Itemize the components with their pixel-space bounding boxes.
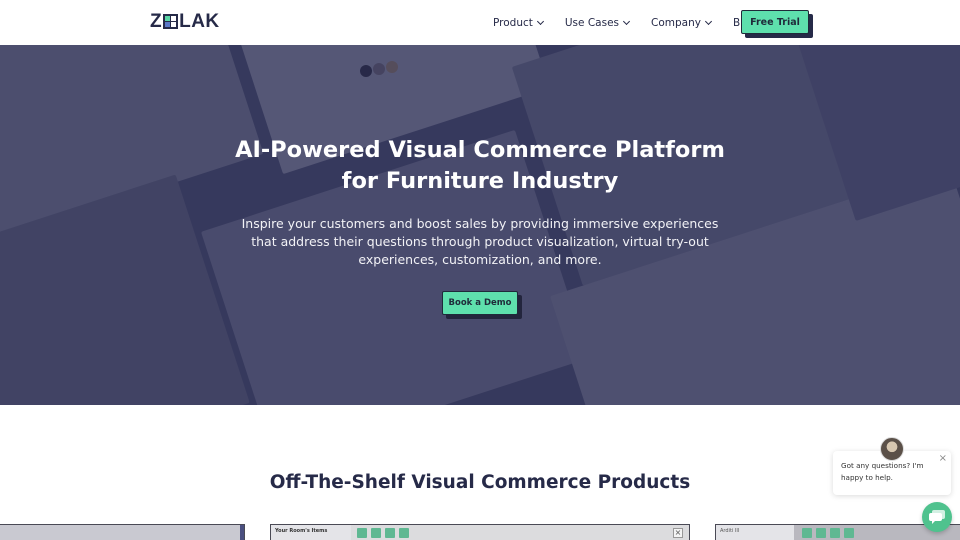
nav-item-company[interactable]: Company [651, 16, 712, 29]
hero-title-line: for Furniture Industry [341, 168, 619, 194]
chat-message: Got any questions? I'm happy to help. [841, 461, 924, 482]
hero-subtitle-line: that address their questions through pro… [251, 234, 709, 249]
logo-text-prefix: Z [150, 10, 163, 32]
chevron-down-icon [536, 17, 544, 25]
product-card[interactable]: Arditi III [715, 524, 960, 540]
hero-title: AI-Powered Visual Commerce Platform for … [0, 135, 960, 197]
card-toolbar [802, 528, 854, 538]
nav-item-label: Product [493, 16, 533, 29]
hero: AI-Powered Visual Commerce Platform for … [0, 45, 960, 405]
navbar: Z LAK Product Use Cases Company Blog Fre… [0, 0, 960, 45]
section-title: Off-The-Shelf Visual Commerce Products [269, 472, 691, 493]
nav-item-use-cases[interactable]: Use Cases [564, 16, 631, 29]
hero-subtitle: Inspire your customers and boost sales b… [0, 215, 960, 269]
close-icon[interactable]: × [939, 453, 947, 465]
chat-icon [929, 510, 945, 524]
logo-mark-icon [163, 14, 179, 29]
product-card[interactable]: Your Room's Items × [270, 524, 690, 540]
free-trial-button[interactable]: Free Trial [741, 10, 809, 34]
nav-item-label: Company [651, 16, 701, 29]
card-panel-label: Arditi III [716, 525, 794, 540]
nav-links: Product Use Cases Company Blog [493, 0, 778, 45]
nav-item-label: Use Cases [564, 16, 619, 29]
card-stripe [240, 525, 244, 540]
logo-text-suffix: LAK [179, 10, 220, 32]
chevron-down-icon [622, 17, 631, 25]
hero-title-line: AI-Powered Visual Commerce Platform [235, 137, 725, 163]
hero-subtitle-line: Inspire your customers and boost sales b… [241, 216, 719, 231]
hero-subtitle-line: experiences, customization, and more. [358, 252, 602, 267]
chat-avatar [880, 437, 904, 461]
close-icon[interactable]: × [673, 528, 683, 538]
logo[interactable]: Z LAK [150, 10, 220, 32]
chat-launcher-button[interactable] [922, 502, 952, 532]
product-card[interactable] [0, 524, 245, 540]
book-demo-button[interactable]: Book a Demo [442, 291, 518, 315]
card-toolbar [357, 528, 409, 538]
chevron-down-icon [704, 17, 712, 25]
card-panel-label: Your Room's Items [271, 525, 351, 540]
nav-item-product[interactable]: Product [493, 16, 544, 29]
